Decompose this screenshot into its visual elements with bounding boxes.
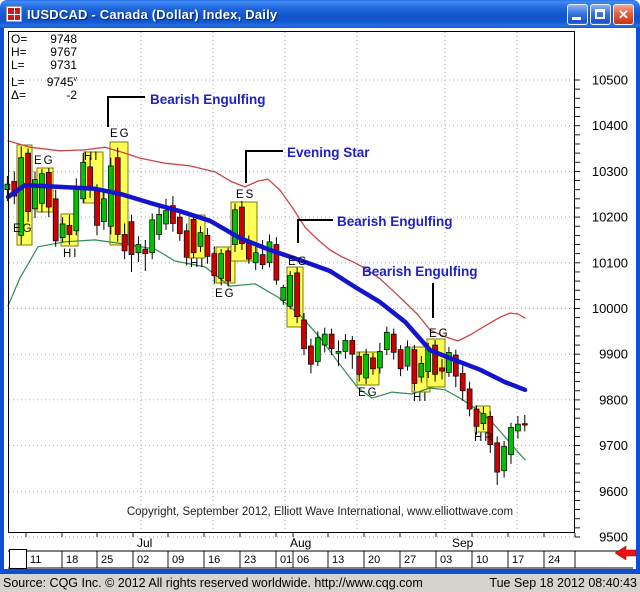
status-source-text: Source: CQG Inc. © 2012 All rights reser… (3, 576, 423, 590)
status-datetime: Tue Sep 18 2012 08:40:43 (489, 576, 637, 590)
title-bar[interactable]: IUSDCAD - Canada (Dollar) Index, Daily ✕ (0, 0, 640, 28)
window-body (0, 28, 640, 574)
app-icon (6, 6, 22, 22)
maximize-icon (595, 9, 605, 19)
close-icon: ✕ (614, 6, 633, 24)
minimize-button[interactable] (567, 4, 588, 25)
quote-row: Δ=-2 (11, 89, 77, 102)
app-window: IUSDCAD - Canada (Dollar) Index, Daily ✕… (0, 0, 640, 592)
quote-overlay: O=9748H=9767L=9731L=9745vΔ=-2 (11, 33, 77, 102)
close-button[interactable]: ✕ (613, 4, 634, 25)
minimize-icon (572, 17, 581, 20)
status-bar: Source: CQG Inc. © 2012 All rights reser… (0, 574, 640, 592)
quote-row: L=9731 (11, 59, 77, 72)
quote-row: L=9745v (11, 73, 77, 89)
maximize-button[interactable] (590, 4, 611, 25)
window-title: IUSDCAD - Canada (Dollar) Index, Daily (27, 7, 277, 22)
